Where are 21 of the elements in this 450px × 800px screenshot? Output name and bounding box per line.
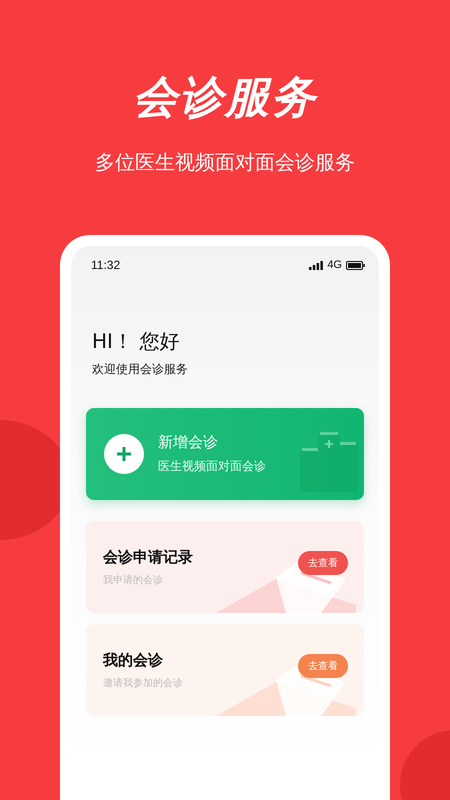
new-consultation-card[interactable]: 新增会诊 医生视频面对面会诊 <box>86 408 364 500</box>
greeting-subtitle: 欢迎使用会诊服务 <box>92 361 189 378</box>
hospital-building-drawing <box>300 430 358 492</box>
record-card[interactable]: 会诊申请记录 我申请的会诊 去查看 <box>86 521 364 613</box>
promo-subtitle: 多位医生视频面对面会诊服务 <box>95 149 355 176</box>
card-title: 我的会诊 <box>103 650 164 670</box>
card-subtitle: 医生视频面对面会诊 <box>158 458 266 475</box>
network-label: 4G <box>327 259 342 271</box>
card-subtitle: 我申请的会诊 <box>103 574 164 586</box>
view-button[interactable]: 去查看 <box>298 654 348 678</box>
card-title: 新增会诊 <box>158 433 219 452</box>
status-time: 11:32 <box>91 258 120 272</box>
card-subtitle: 邀请我参加的会诊 <box>103 676 183 690</box>
plus-icon <box>104 434 144 474</box>
battery-icon <box>346 260 365 270</box>
view-button[interactable]: 去查看 <box>298 551 348 575</box>
greeting-title: HI！ 您好 <box>92 328 180 355</box>
record-card[interactable]: 我的会诊 邀请我参加的会诊 去查看 <box>86 624 364 716</box>
card-title: 会诊申请记录 <box>103 548 193 566</box>
promo-title: 会诊服务 <box>133 71 317 125</box>
signal-icon <box>309 260 324 270</box>
